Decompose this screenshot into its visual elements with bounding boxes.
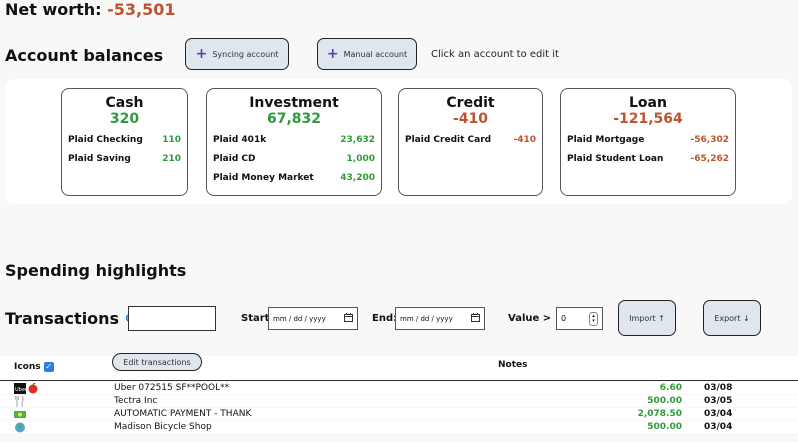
transaction-description: Madison Bicycle Shop [114, 422, 212, 432]
card-total: -121,564 [613, 111, 683, 127]
end-date-input[interactable]: mm / dd / yyyy [395, 307, 485, 330]
account-row[interactable]: Plaid Student Loan -65,262 [561, 150, 735, 169]
syncing-account-button[interactable]: + Syncing account [185, 38, 289, 70]
table-row[interactable]: Uber Uber 072515 SF**POOL** 6.60 03/08 [0, 382, 798, 394]
account-amount: 110 [162, 135, 181, 145]
transactions-label: Transactions [5, 309, 120, 328]
account-row[interactable]: Plaid Saving 210 [62, 150, 187, 169]
account-name: Plaid Student Loan [567, 154, 664, 164]
transaction-date: 03/04 [704, 422, 733, 432]
export-label: Export ↓ [714, 313, 750, 323]
card-title: Credit [446, 95, 495, 111]
import-button[interactable]: Import ↑ [618, 300, 676, 336]
account-balances-title: Account balances [5, 46, 164, 65]
spinner-icon[interactable]: ▴ ▾ [589, 311, 598, 326]
value-input-text: 0 [561, 314, 567, 323]
notes-column-header: Notes [498, 360, 528, 370]
edit-hint: Click an account to edit it [431, 49, 559, 60]
card-title: Cash [105, 95, 144, 111]
card-total: -410 [452, 111, 489, 127]
search-input[interactable] [128, 306, 216, 331]
card-total: 320 [109, 111, 140, 127]
card-title: Investment [249, 95, 339, 111]
account-amount: -65,262 [690, 154, 729, 164]
card-cash[interactable]: Cash 320 Plaid Checking 110 Plaid Saving… [61, 88, 188, 196]
account-name: Plaid Checking [68, 135, 143, 145]
edit-transactions-button[interactable]: Edit transactions [112, 353, 202, 371]
end-label: End: [372, 313, 398, 324]
icons-column-label: Icons [14, 362, 41, 372]
card-total: 67,832 [266, 111, 322, 127]
svg-text:Uber: Uber [15, 387, 28, 393]
transaction-date: 03/05 [704, 396, 733, 406]
export-button[interactable]: Export ↓ [703, 300, 761, 336]
account-amount: -56,302 [690, 135, 729, 145]
import-label: Import ↑ [629, 313, 665, 323]
account-row[interactable]: Plaid Mortgage -56,302 [561, 131, 735, 150]
edit-transactions-label: Edit transactions [123, 357, 191, 367]
card-investment[interactable]: Investment 67,832 Plaid 401k 23,632 Plai… [206, 88, 382, 196]
plus-icon: + [326, 46, 339, 62]
card-credit[interactable]: Credit -410 Plaid Credit Card -410 [398, 88, 543, 196]
end-date-placeholder: mm / dd / yyyy [400, 314, 453, 323]
calendar-icon[interactable] [344, 313, 353, 324]
calendar-icon[interactable] [471, 313, 480, 324]
value-input[interactable]: 0 ▴ ▾ [556, 307, 603, 330]
card-title: Loan [629, 95, 667, 111]
card-loan[interactable]: Loan -121,564 Plaid Mortgage -56,302 Pla… [560, 88, 736, 196]
syncing-account-label: Syncing account [212, 49, 279, 59]
account-amount: 23,632 [340, 135, 375, 145]
account-row[interactable]: Plaid 401k 23,632 [207, 131, 381, 150]
transaction-date: 03/08 [704, 383, 733, 393]
account-amount: 1,000 [346, 154, 375, 164]
transactions-title: Transactions [5, 309, 137, 329]
transaction-value: 6.60 [659, 383, 682, 393]
account-name: Plaid Credit Card [405, 135, 492, 145]
net-worth-label: Net worth: [5, 0, 102, 19]
table-row[interactable]: Madison Bicycle Shop 500.00 03/04 [0, 421, 798, 433]
net-worth: Net worth: -53,501 [5, 0, 176, 19]
transaction-description: AUTOMATIC PAYMENT - THANK [114, 409, 252, 419]
account-row[interactable]: Plaid CD 1,000 [207, 150, 381, 169]
account-amount: -410 [513, 135, 536, 145]
account-name: Plaid 401k [213, 135, 267, 145]
net-worth-value: -53,501 [107, 0, 176, 19]
transaction-value: 2,078.50 [637, 409, 682, 419]
manual-account-button[interactable]: + Manual account [317, 38, 417, 70]
account-name: Plaid Mortgage [567, 135, 645, 145]
start-date-input[interactable]: mm / dd / yyyy [268, 307, 358, 330]
spending-highlights-title: Spending highlights [5, 261, 187, 280]
transaction-date: 03/04 [704, 409, 733, 419]
account-amount: 43,200 [340, 173, 375, 183]
start-date-placeholder: mm / dd / yyyy [273, 314, 326, 323]
account-row[interactable]: Plaid Credit Card -410 [399, 131, 542, 150]
account-row[interactable]: Plaid Checking 110 [62, 131, 187, 150]
account-row[interactable]: Plaid Money Market 43,200 [207, 169, 381, 188]
manual-account-label: Manual account [343, 49, 408, 59]
table-row[interactable]: Tectra Inc 500.00 03/05 [0, 395, 798, 407]
value-label: Value > [508, 313, 552, 324]
account-name: Plaid Money Market [213, 173, 314, 183]
account-amount: 210 [162, 154, 181, 164]
transaction-value: 500.00 [647, 422, 682, 432]
icons-checkbox[interactable]: ✓ [43, 362, 54, 372]
table-row[interactable]: AUTOMATIC PAYMENT - THANK 2,078.50 03/04 [0, 408, 798, 420]
plus-icon: + [195, 46, 208, 62]
transaction-description: Tectra Inc [114, 396, 158, 406]
transaction-description: Uber 072515 SF**POOL** [114, 383, 230, 393]
account-name: Plaid Saving [68, 154, 131, 164]
globe-icon [14, 422, 26, 437]
account-name: Plaid CD [213, 154, 256, 164]
icons-column-header: Icons ✓ [14, 362, 54, 372]
transaction-value: 500.00 [647, 396, 682, 406]
